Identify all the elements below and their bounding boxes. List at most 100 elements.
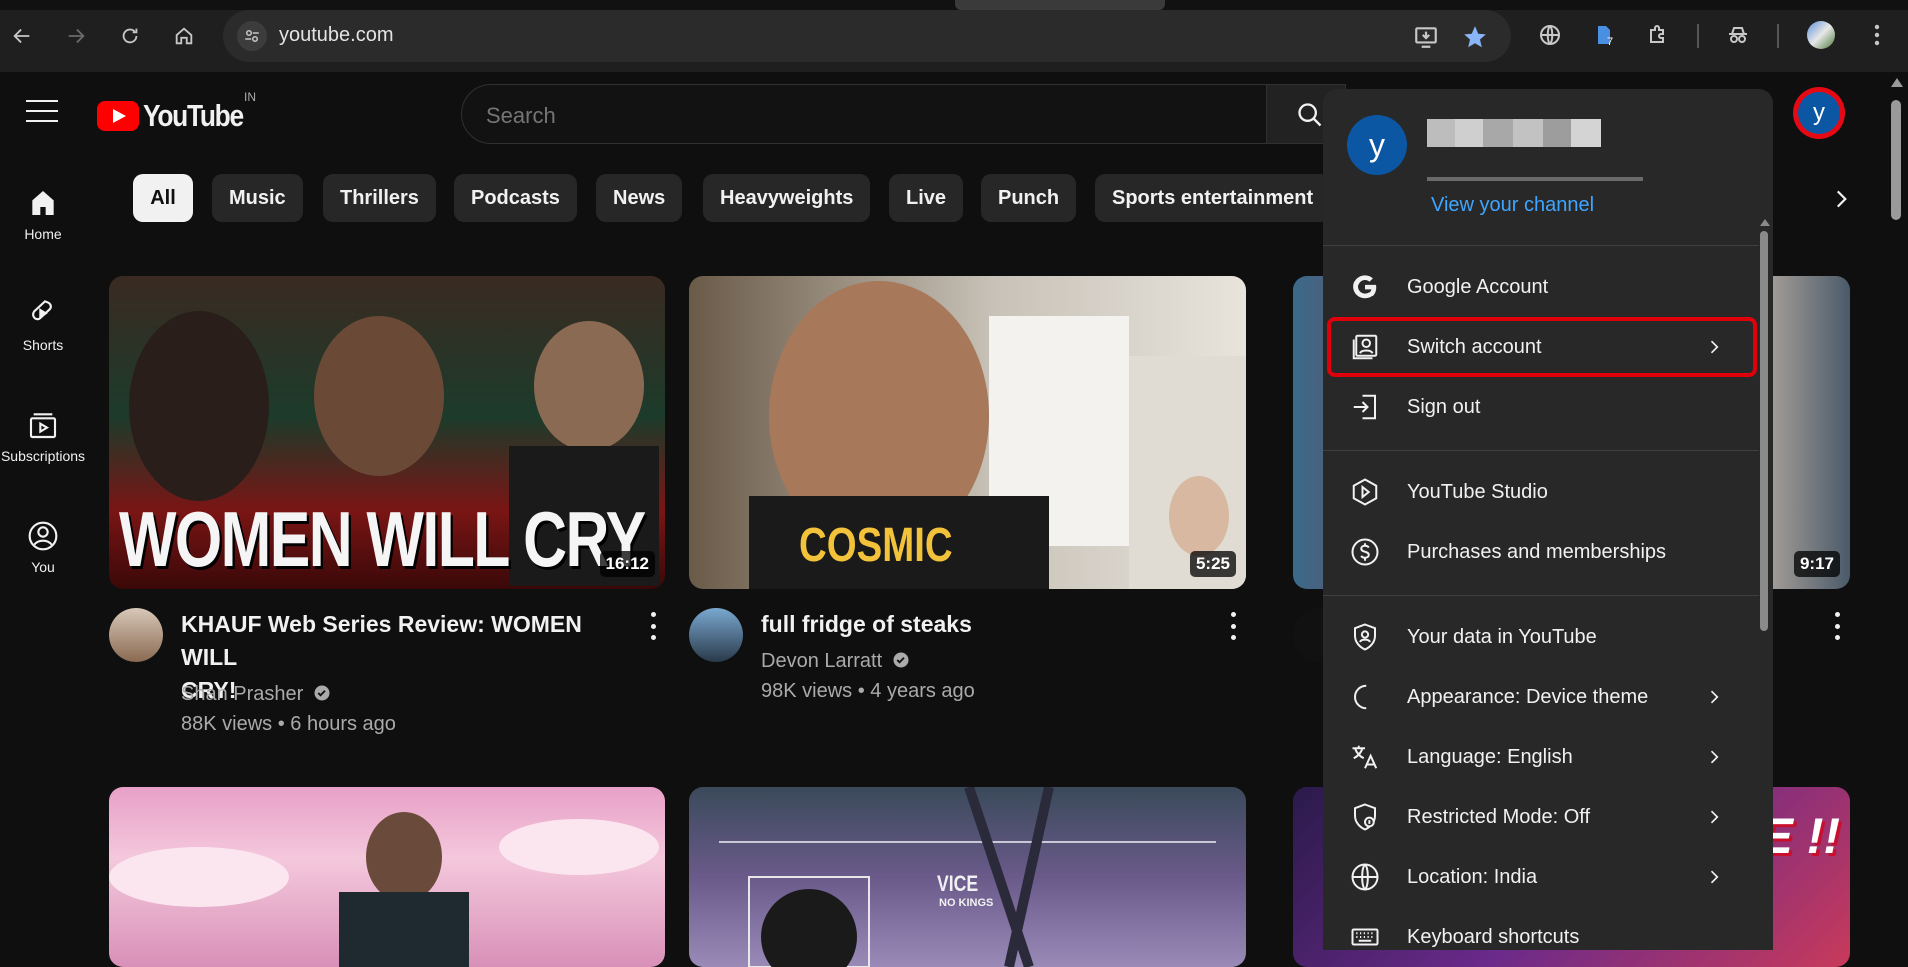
chip-thrillers[interactable]: Thrillers (323, 174, 436, 222)
menu-item-youtube-studio[interactable]: YouTube Studio (1323, 462, 1759, 522)
back-button[interactable] (6, 20, 38, 52)
studio-icon (1349, 476, 1381, 508)
menu-avatar: y (1347, 115, 1407, 175)
url-text[interactable]: youtube.com (279, 24, 394, 47)
page-scrollbar-thumb[interactable] (1891, 100, 1901, 220)
menu-item-label: Switch account (1407, 335, 1542, 358)
menu-scrollbar-thumb[interactable] (1760, 231, 1768, 631)
reload-icon (122, 28, 138, 44)
thumbnail-text: VICE (937, 871, 979, 896)
menu-item-label: Location: India (1407, 865, 1538, 888)
video-thumbnail[interactable]: COSMIC 5:25 (689, 276, 1246, 589)
menu-item-language[interactable]: Language: English (1323, 727, 1759, 787)
chevron-right-icon (1704, 807, 1724, 827)
video-title-line: full fridge of steaks (761, 611, 972, 637)
menu-item-label: YouTube Studio (1407, 480, 1548, 503)
channel-name[interactable]: Devon Larratt (761, 646, 910, 676)
chip-news[interactable]: News (596, 174, 683, 222)
menu-item-restricted-mode[interactable]: Restricted Mode: Off (1323, 787, 1759, 847)
nav-subscriptions[interactable]: Subscriptions (0, 408, 86, 464)
chip-sports-entertainment[interactable]: Sports entertainment (1095, 174, 1331, 222)
account-menu: y View your channel Google Account Switc… (1323, 89, 1773, 950)
view-channel-link[interactable]: View your channel (1431, 194, 1594, 217)
nav-you[interactable]: You (0, 519, 86, 575)
globe-extension-icon[interactable] (1535, 20, 1565, 50)
chip-podcasts[interactable]: Podcasts (454, 174, 577, 222)
video-more-icon[interactable] (1228, 612, 1238, 640)
menu-item-label: Sign out (1407, 395, 1481, 418)
nav-shorts[interactable]: Shorts (0, 297, 86, 353)
chip-live[interactable]: Live (889, 174, 964, 222)
thumbnail-art (109, 812, 659, 967)
address-bar[interactable]: youtube.com (223, 10, 1511, 62)
toolbar-separator (1697, 24, 1699, 48)
menu-item-google-account[interactable]: Google Account (1323, 257, 1759, 317)
video-thumbnail[interactable] (109, 787, 665, 967)
video-more-icon[interactable] (648, 612, 658, 640)
profile-avatar-icon[interactable] (1806, 20, 1836, 50)
menu-scroll-up-arrow[interactable] (1760, 219, 1770, 226)
nav-home[interactable]: Home (0, 186, 86, 242)
country-code: IN (244, 90, 256, 104)
channel-name[interactable]: Shan Prasher (181, 679, 331, 709)
page-scroll-up-arrow[interactable] (1891, 78, 1903, 87)
incognito-icon[interactable] (1723, 20, 1753, 50)
channel-avatar[interactable] (109, 608, 163, 662)
nav-label: Shorts (22, 337, 64, 353)
youtube-logo[interactable]: YouTube IN (97, 90, 261, 134)
menu-item-your-data[interactable]: Your data in YouTube (1323, 607, 1759, 667)
youtube-play-icon (97, 101, 139, 131)
video-title[interactable]: full fridge of steaks (761, 608, 1181, 641)
browser-toolbar: youtube.com 7 (0, 0, 1908, 72)
youtube-wordmark: YouTube (143, 98, 244, 133)
chips-next-chevron-icon[interactable] (1828, 186, 1854, 212)
menu-item-label: Google Account (1407, 275, 1549, 298)
avatar-letter: y (1798, 92, 1840, 134)
search-box[interactable] (461, 84, 1267, 144)
chip-punch[interactable]: Punch (981, 174, 1077, 222)
account-handle-redacted (1427, 177, 1643, 181)
back-arrow-icon (13, 28, 30, 44)
forward-button[interactable] (60, 20, 92, 52)
site-info-icon[interactable] (237, 21, 267, 51)
moon-icon (1349, 681, 1381, 713)
tab-strip (0, 0, 1908, 10)
chevron-right-icon (1704, 337, 1724, 357)
active-tab-edge[interactable] (955, 0, 1165, 10)
reload-button[interactable] (114, 20, 146, 52)
extension-badge-count: 7 (1607, 36, 1614, 48)
toolbar-separator (1777, 24, 1779, 48)
forward-arrow-icon (68, 28, 85, 44)
menu-item-label: Your data in YouTube (1407, 625, 1597, 648)
bookmark-star-icon[interactable] (1462, 24, 1488, 50)
menu-divider (1323, 245, 1759, 246)
translate-icon (1349, 741, 1381, 773)
channel-avatar[interactable] (689, 608, 743, 662)
nav-label: You (31, 559, 55, 575)
sign-out-icon (1349, 391, 1381, 423)
hamburger-menu-icon[interactable] (26, 100, 58, 126)
menu-item-keyboard-shortcuts[interactable]: Keyboard shortcuts (1323, 907, 1759, 950)
menu-item-purchases[interactable]: Purchases and memberships (1323, 522, 1759, 582)
thumbnail-text: WOMEN WILL CRY (119, 495, 646, 583)
video-thumbnail[interactable]: VICE NO KINGS (689, 787, 1246, 967)
chip-heavyweights[interactable]: Heavyweights (703, 174, 871, 222)
home-button[interactable] (168, 20, 200, 52)
search-input[interactable] (486, 103, 1186, 129)
chevron-right-icon (1704, 747, 1724, 767)
account-avatar-button[interactable]: y (1793, 87, 1845, 139)
chip-music[interactable]: Music (212, 174, 303, 222)
menu-divider (1323, 595, 1759, 596)
menu-item-appearance[interactable]: Appearance: Device theme (1323, 667, 1759, 727)
install-app-icon[interactable] (1413, 24, 1439, 50)
menu-item-switch-account[interactable]: Switch account (1327, 317, 1757, 377)
menu-item-location[interactable]: Location: India (1323, 847, 1759, 907)
extension-badge-icon[interactable]: 7 (1589, 20, 1619, 50)
chip-all[interactable]: All (133, 174, 193, 222)
video-more-icon[interactable] (1832, 612, 1842, 640)
video-thumbnail[interactable]: WOMEN WILL CRY 16:12 (109, 276, 665, 589)
verified-check-icon (314, 685, 330, 701)
extensions-puzzle-icon[interactable] (1643, 20, 1673, 50)
browser-menu-icon[interactable] (1862, 20, 1892, 50)
menu-item-sign-out[interactable]: Sign out (1323, 377, 1759, 437)
